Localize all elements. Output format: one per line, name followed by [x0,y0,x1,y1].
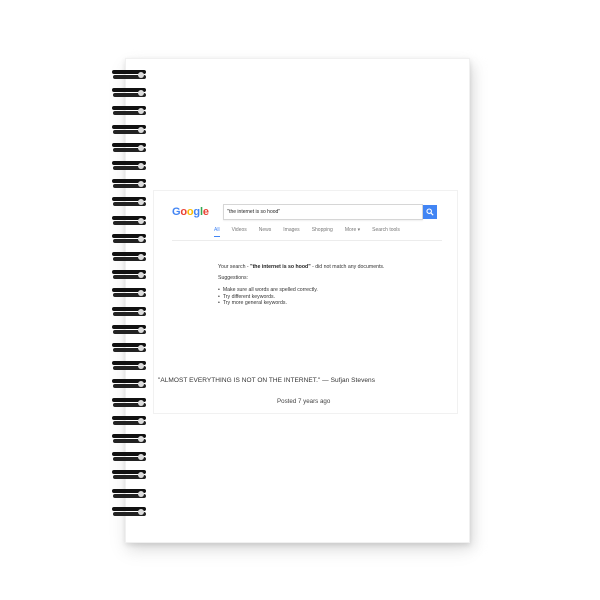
search-tabs: All Videos News Images Shopping More ▾ S… [214,227,412,237]
spiral-coil [112,379,148,389]
tab-shopping: Shopping [311,227,333,233]
spiral-coil [112,70,148,80]
tab-divider [172,240,442,241]
spiral-coil [112,142,148,153]
spiral-coil [112,233,148,244]
spiral-coil [112,488,148,499]
spiral-coil [112,106,148,116]
spiral-coil [112,197,148,207]
spiral-binding [112,70,152,520]
suggestion-item: Make sure all words are spelled correctl… [218,287,318,294]
tab-more: More ▾ [344,227,361,233]
result-suffix: - did not match any documents. [310,264,385,270]
spiral-coil [112,415,148,426]
result-prefix: Your search - [218,264,251,270]
suggestion-item: Try more general keywords. [218,300,318,307]
spiral-coil [112,215,148,226]
search-input: "the internet is so hood" [223,204,424,220]
quote-text: "ALMOST EVERYTHING IS NOT ON THE INTERNE… [158,377,375,384]
search-icon [426,208,434,216]
search-button [423,205,437,219]
suggestions-title: Suggestions: [218,275,248,281]
product-photo: Google "the internet is so hood" All Vid… [0,0,600,600]
spiral-coil [112,434,148,444]
spiral-coil [112,306,148,317]
spiral-coil [112,397,148,408]
logo-letter: e [202,206,209,218]
spiral-coil [112,179,148,189]
posted-label: Posted 7 years ago [277,398,331,405]
spiral-coil [112,88,148,98]
printed-screenshot: Google "the internet is so hood" All Vid… [153,190,458,414]
tab-images: Images [283,227,300,233]
google-search-bar: Google "the internet is so hood" [172,201,437,223]
suggestions-list: Make sure all words are spelled correctl… [218,287,318,307]
spiral-coil [112,161,148,171]
tab-all: All [214,227,220,237]
google-logo: Google [172,206,215,218]
no-results-message: Your search - "the internet is so hood" … [218,264,384,271]
spiral-coil [112,124,148,135]
spiral-coil [112,343,148,353]
spiral-coil [112,361,148,371]
tab-news: News [258,227,272,233]
result-query: "the internet is so hood" [250,264,311,270]
spiral-coil [112,288,148,298]
logo-letter: G [172,206,181,218]
spiral-coil [112,252,148,262]
spiral-coil [112,452,148,462]
spiral-coil [112,324,148,335]
spiral-coil [112,470,148,480]
tab-search-tools: Search tools [372,227,400,233]
spiral-coil [112,270,148,280]
tab-videos: Videos [231,227,247,233]
spiral-coil [112,506,148,517]
